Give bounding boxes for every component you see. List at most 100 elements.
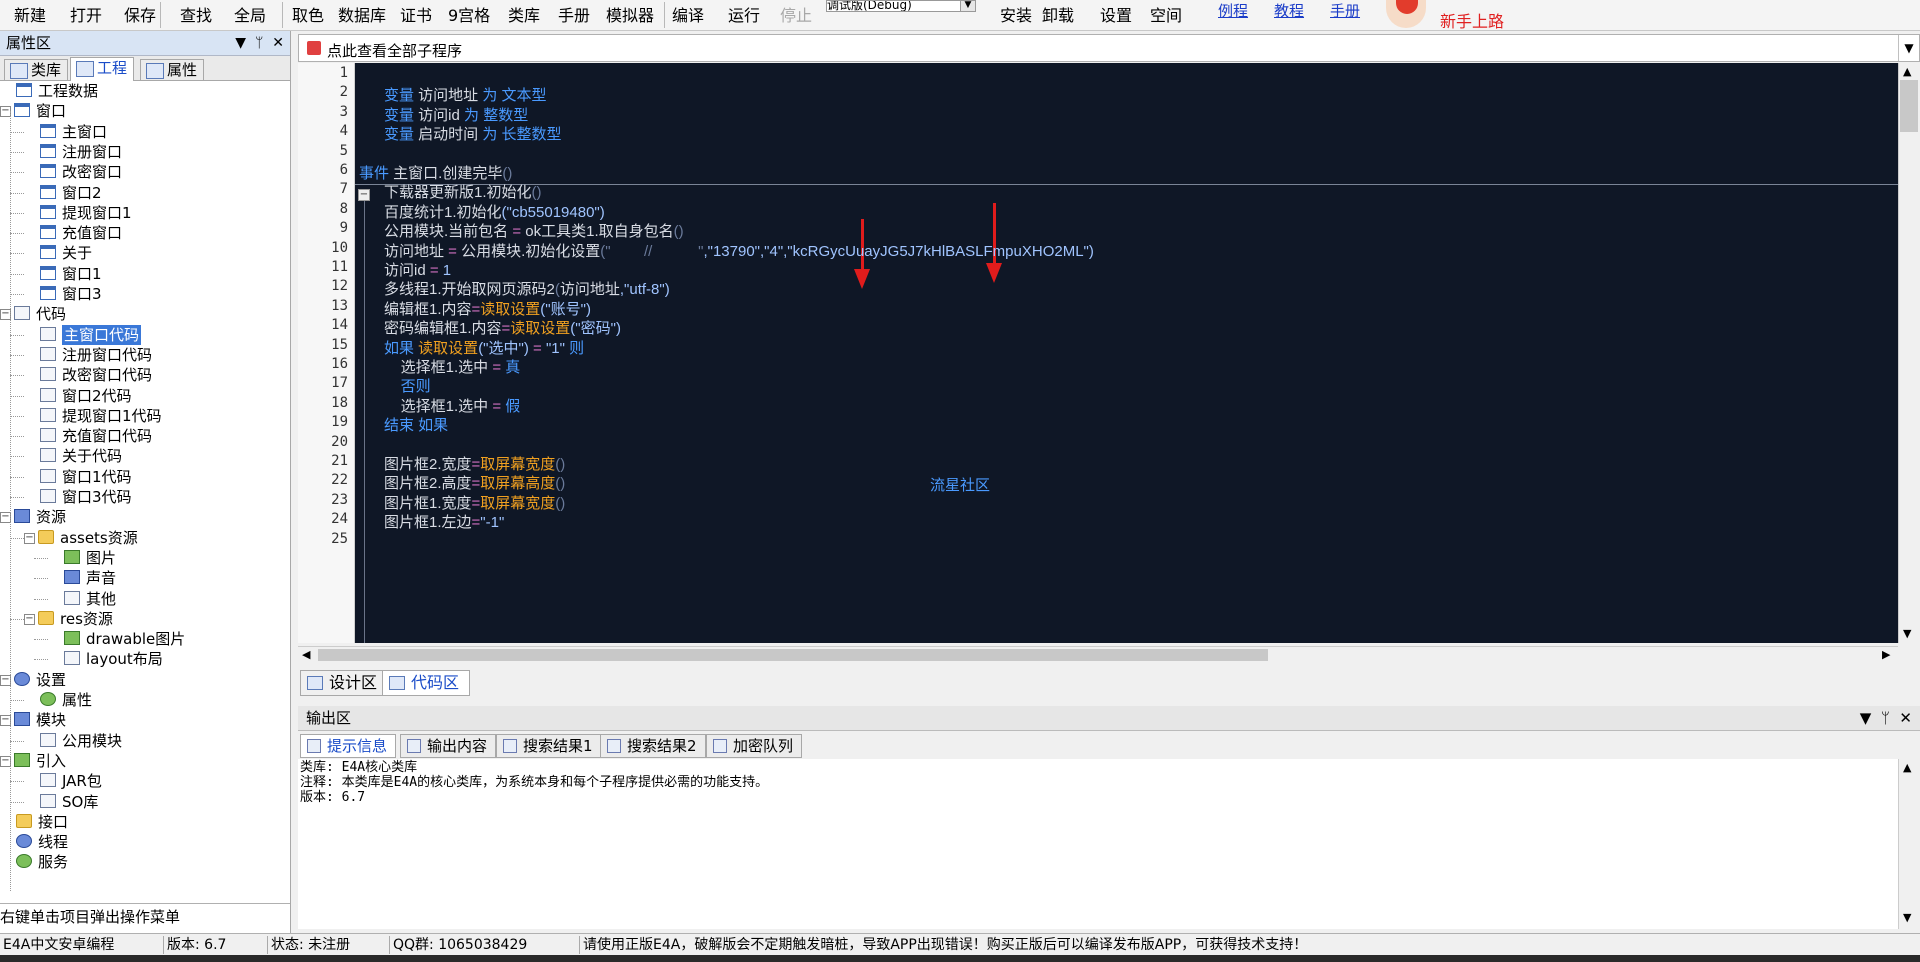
tab-library[interactable]: 类库 (4, 59, 69, 80)
tree-collapse-toggle[interactable]: − (24, 532, 35, 544)
toolbar-run-button[interactable]: 运行 (728, 0, 760, 30)
pin-icon[interactable]: ᛘ (1876, 709, 1895, 727)
toolbar-emulator-button[interactable]: 模拟器 (606, 0, 654, 30)
code-token: = (492, 397, 506, 415)
toolbar-certificate-button[interactable]: 证书 (400, 0, 432, 30)
output-line: 注释: 本类库是E4A的核心类库，为系统本身和每个子程序提供必需的功能支持。 (300, 775, 769, 790)
tab-design[interactable]: 设计区 (300, 670, 389, 696)
code-file-icon (40, 346, 56, 361)
tab-properties[interactable]: 属性 (140, 59, 205, 80)
output-tab[interactable]: 提示信息 (300, 734, 397, 758)
editor-horizontal-scroll-thumb[interactable] (318, 649, 1268, 661)
line-number: 5 (339, 142, 348, 159)
scroll-up-icon[interactable]: ▲ (1903, 761, 1911, 774)
toolbar-settings-button[interactable]: 设置 (1100, 0, 1132, 30)
tree-node-label: JAR包 (62, 772, 102, 791)
tree-node-label: 窗口1 (62, 264, 102, 283)
code-line[interactable]: 公用模块.当前包名 = ok工具类1.取自身包名() (384, 220, 684, 241)
code-line[interactable]: 访问id = 1 (384, 259, 451, 280)
toolbar-grid-button[interactable]: 9宫格 (448, 0, 490, 30)
code-line[interactable]: 选择框1.选中 = 真 (384, 356, 521, 377)
import-icon (14, 752, 30, 767)
scroll-right-icon[interactable]: ▶ (1882, 648, 1890, 661)
line-number: 11 (331, 259, 348, 275)
build-mode-select[interactable]: 调试版(Debug) ▼ (826, 0, 976, 12)
code-line[interactable]: 图片框1.宽度=取屏幕宽度() (384, 492, 565, 513)
scroll-down-icon[interactable]: ▼ (1903, 627, 1911, 640)
toolbar-new-button[interactable]: 新建 (14, 0, 46, 30)
toolbar-uninstall-button[interactable]: 卸载 (1042, 0, 1074, 30)
code-line[interactable]: 访问地址 = 公用模块.初始化设置(" // ","13790","4","kc… (384, 240, 1094, 261)
code-editor[interactable]: 流星社区 变量 访问地址 为 文本型 变量 访问id 为 整数型 变量 启动时间 为… (355, 63, 1898, 643)
code-line[interactable]: 多线程1.开始取网页源码2(访问地址,"utf-8") (384, 278, 670, 299)
tab-code[interactable]: 代码区 (382, 670, 471, 696)
tree-node-label: 主窗口 (62, 122, 108, 141)
toolbar-space-button[interactable]: 空间 (1150, 0, 1182, 30)
toolbar-find-button[interactable]: 查找 (180, 0, 212, 30)
toolbar-open-button[interactable]: 打开 (70, 0, 102, 30)
close-icon[interactable]: ✕ (272, 35, 284, 51)
tutorial-link[interactable]: 教程 (1274, 0, 1304, 21)
code-line[interactable]: 图片框2.高度=取屏幕高度() (384, 472, 565, 493)
editor-vertical-scroll-thumb[interactable] (1900, 80, 1918, 132)
code-line[interactable]: 变量 访问id 为 整数型 (384, 104, 528, 125)
code-line[interactable]: 图片框2.宽度=取屏幕宽度() (384, 453, 565, 474)
toolbar-install-button[interactable]: 安装 (1000, 0, 1032, 30)
toolbar-label: 运行 (728, 6, 761, 25)
code-line[interactable]: 百度统计1.初始化("cb55019480") (384, 201, 605, 222)
toolbar-stop-button[interactable]: 停止 (780, 0, 812, 30)
manual-link[interactable]: 手册 (1330, 0, 1360, 21)
window-icon (40, 123, 56, 138)
toolbar-compile-button[interactable]: 编译 (672, 0, 704, 30)
code-file-icon (40, 326, 56, 341)
toolbar-library-button[interactable]: 类库 (508, 0, 540, 30)
code-line[interactable]: 事件 主窗口.创建完毕() (359, 162, 512, 183)
toolbar-label: 证书 (400, 6, 433, 25)
output-tab[interactable]: 加密队列 (706, 734, 803, 758)
output-content[interactable]: 类库: E4A核心类库 注释: 本类库是E4A的核心类库，为系统本身和每个子程序… (298, 759, 1898, 929)
tree-connector (34, 557, 48, 559)
code-line[interactable]: 变量 启动时间 为 长整数型 (384, 123, 562, 144)
scroll-down-icon[interactable]: ▼ (1903, 911, 1911, 924)
close-icon[interactable]: ✕ (1899, 709, 1912, 727)
pin-icon[interactable]: ᛘ (251, 35, 268, 51)
code-file-icon (40, 448, 56, 463)
tab-project[interactable]: 工程 (70, 57, 135, 81)
output-tab[interactable]: 输出内容 (400, 734, 497, 758)
code-line[interactable]: 编辑框1.内容=读取设置("账号") (384, 298, 591, 319)
fold-toggle[interactable]: − (358, 189, 370, 201)
toolbar-global-button[interactable]: 全局 (234, 0, 266, 30)
output-vertical-scrollbar[interactable]: ▲ ▼ (1898, 759, 1920, 929)
code-line[interactable]: 密码编辑框1.内容=读取设置("密码") (384, 317, 621, 338)
code-line[interactable]: 下载器更新版1.初始化() (384, 181, 542, 202)
examples-link[interactable]: 例程 (1218, 0, 1248, 21)
output-tab[interactable]: 搜索结果2 (600, 734, 706, 758)
dropdown-icon[interactable]: ▼ (1860, 709, 1872, 727)
scroll-up-icon[interactable]: ▲ (1903, 65, 1911, 78)
newbie-link[interactable]: 新手上路 (1440, 8, 1504, 30)
code-token: = (512, 223, 526, 241)
toolbar-manual-button[interactable]: 手册 (558, 0, 590, 30)
toolbar-database-button[interactable]: 数据库 (338, 0, 386, 30)
scroll-left-icon[interactable]: ◀ (302, 648, 310, 661)
code-line[interactable]: 否则 (384, 375, 431, 396)
design-icon (307, 676, 323, 690)
dropdown-icon[interactable]: ▼ (235, 35, 246, 51)
output-tab[interactable]: 搜索结果1 (496, 734, 602, 758)
toolbar-color-picker-button[interactable]: 取色 (292, 0, 324, 30)
code-icon (389, 676, 405, 690)
toolbar-save-button[interactable]: 保存 (124, 0, 156, 30)
tree-connector (10, 436, 24, 438)
tab-label: 设计区 (329, 673, 378, 692)
code-line[interactable]: 图片框1.左边="-1" (384, 511, 504, 532)
tree-connector (10, 456, 24, 458)
subroutine-selector[interactable]: 点此查看全部子程序 ▼ (298, 34, 1920, 62)
editor-vertical-scrollbar[interactable]: ▲ ▼ (1898, 63, 1920, 643)
code-line[interactable]: 如果 读取设置("选中") = "1" 则 (384, 337, 584, 358)
code-line[interactable]: 结束 如果 (384, 414, 448, 435)
code-line[interactable]: 变量 访问地址 为 文本型 (384, 84, 547, 105)
chevron-down-icon[interactable]: ▼ (1898, 35, 1919, 61)
code-line[interactable]: 选择框1.选中 = 假 (384, 395, 521, 416)
window-icon (40, 286, 56, 300)
tree-collapse-toggle[interactable]: − (24, 613, 35, 625)
